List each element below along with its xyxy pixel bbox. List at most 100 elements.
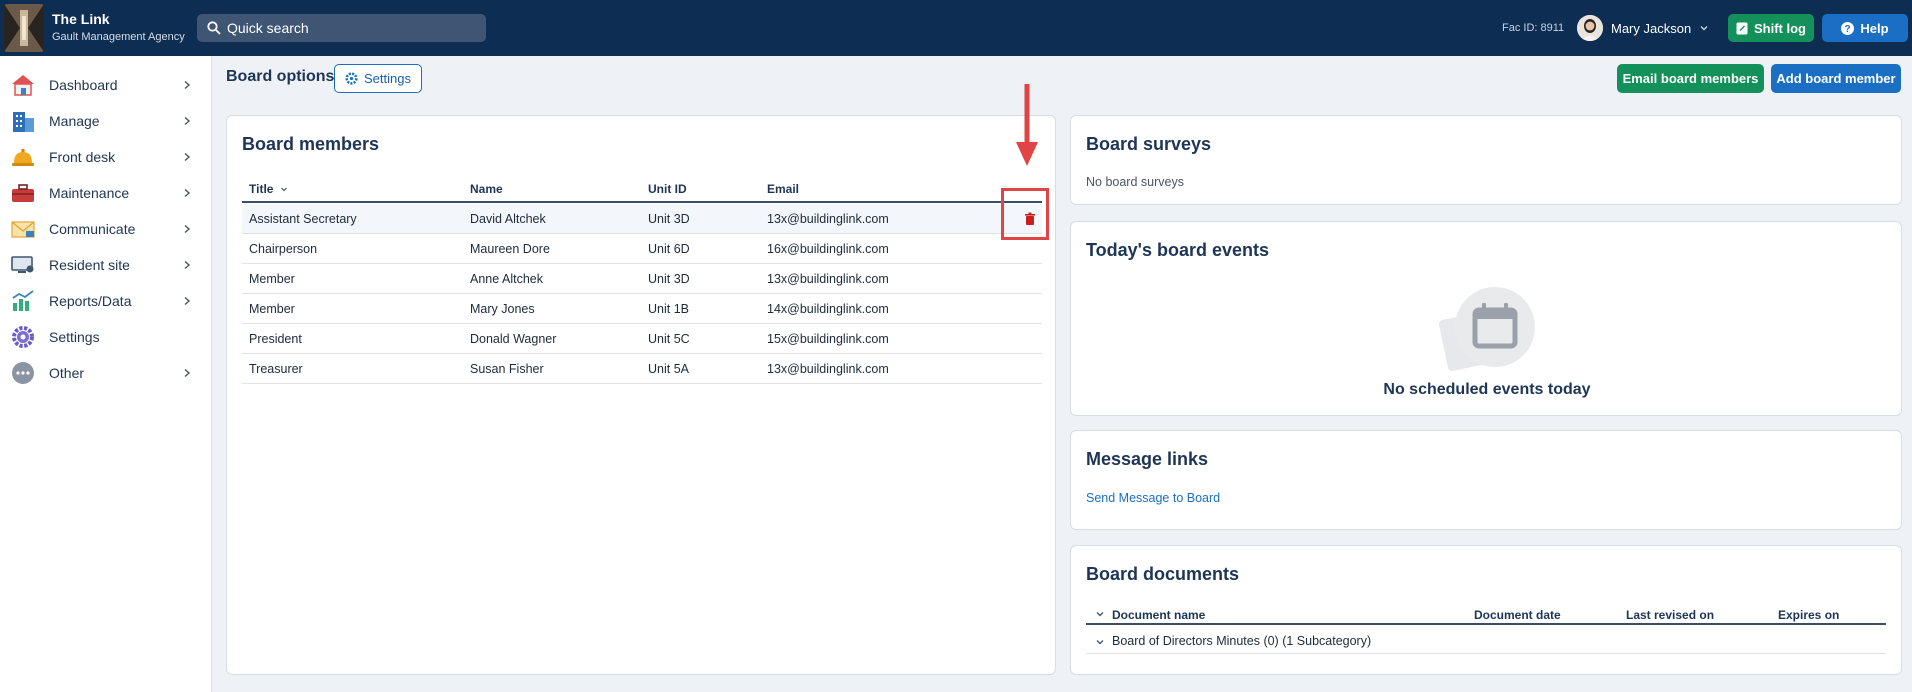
board-surveys-title: Board surveys: [1086, 134, 1212, 154]
cell-unit: Unit 3D: [648, 212, 690, 226]
add-board-member-button[interactable]: Add board member: [1771, 64, 1901, 93]
gear-icon: [345, 72, 358, 85]
board-surveys-card: Board surveys No board surveys: [1070, 115, 1902, 205]
cell-email: 14x@buildinglink.com: [767, 302, 889, 316]
cell-title: President: [249, 332, 302, 346]
message-links-title: Message links: [1086, 449, 1209, 469]
column-header-expires[interactable]: Expires on: [1778, 608, 1839, 622]
sidebar-item-label: Reports/Data: [49, 293, 132, 309]
cell-title: Member: [249, 302, 295, 316]
cell-email: 15x@buildinglink.com: [767, 332, 889, 346]
sidebar-item-settings[interactable]: Settings: [0, 319, 211, 355]
sidebar-item-label: Front desk: [49, 149, 116, 165]
chevron-right-icon: [184, 260, 191, 270]
sidebar-item-label: Communicate: [49, 221, 136, 237]
sort-down-icon: [280, 187, 287, 192]
table-row[interactable]: Member Mary Jones Unit 1B 14x@buildingli…: [242, 294, 1042, 324]
highlight-box: [1001, 188, 1049, 240]
user-menu[interactable]: Mary Jackson: [1577, 13, 1709, 43]
table-row[interactable]: President Donald Wagner Unit 5C 15x@buil…: [242, 324, 1042, 354]
empty-message: No scheduled events today: [1383, 381, 1591, 398]
document-category-row[interactable]: Board of Directors Minutes (0) (1 Subcat…: [1086, 630, 1886, 654]
cell-name: Maureen Dore: [470, 242, 550, 256]
bell-icon: [12, 148, 34, 166]
chevron-right-icon: [184, 224, 191, 234]
sidebar-item-reports-data[interactable]: Reports/Data: [0, 283, 211, 319]
chevron-right-icon: [184, 152, 191, 162]
help-label: Help: [1860, 20, 1889, 36]
column-header-email[interactable]: Email: [767, 182, 799, 196]
settings-button[interactable]: Settings: [334, 64, 422, 93]
board-documents-card: Board documents Document name Document d…: [1070, 545, 1902, 675]
quick-search[interactable]: [197, 14, 486, 42]
chevron-down-icon[interactable]: [1095, 609, 1105, 619]
chart-icon: [12, 290, 34, 311]
sidebar-item-label: Maintenance: [49, 185, 130, 201]
sidebar-item-maintenance[interactable]: Maintenance: [0, 175, 211, 211]
chevron-right-icon: [184, 80, 191, 90]
board-events-card: Today's board events No scheduled events…: [1070, 221, 1902, 416]
brand-logo[interactable]: [4, 4, 44, 52]
cell-email: 16x@buildinglink.com: [767, 242, 889, 256]
chevron-down-icon: [1700, 26, 1708, 31]
column-header-document-date[interactable]: Document date: [1474, 608, 1561, 622]
cell-name: Anne Altchek: [470, 272, 543, 286]
cell-name: Donald Wagner: [470, 332, 557, 346]
table-row[interactable]: Member Anne Altchek Unit 3D 13x@building…: [242, 264, 1042, 294]
calendar-icon: [1439, 287, 1535, 372]
chevron-down-icon[interactable]: [1095, 637, 1105, 647]
message-links-card: Message links Send Message to Board: [1070, 430, 1902, 530]
chevron-right-icon: [184, 296, 191, 306]
cell-name: Mary Jones: [470, 302, 535, 316]
table-row[interactable]: Chairperson Maureen Dore Unit 6D 16x@bui…: [242, 234, 1042, 264]
table-row[interactable]: Treasurer Susan Fisher Unit 5A 13x@build…: [242, 354, 1042, 384]
cell-title: Member: [249, 272, 295, 286]
table-header: Title Name Unit ID Email: [242, 179, 1042, 203]
cell-email: 13x@buildinglink.com: [767, 212, 889, 226]
column-header-unit[interactable]: Unit ID: [648, 182, 687, 196]
chevron-right-icon: [184, 116, 191, 126]
table-row[interactable]: Assistant Secretary David Altchek Unit 3…: [242, 204, 1042, 234]
cell-unit: Unit 1B: [648, 302, 689, 316]
page-title: Board options: [226, 68, 335, 85]
sidebar-item-label: Resident site: [49, 257, 130, 273]
avatar: [1577, 15, 1603, 41]
cell-unit: Unit 3D: [648, 272, 690, 286]
column-header-title[interactable]: Title: [249, 182, 288, 196]
column-label: Title: [249, 182, 274, 196]
shift-log-label: Shift log: [1754, 20, 1806, 36]
shift-log-button[interactable]: Shift log: [1728, 14, 1814, 42]
sidebar-item-front-desk[interactable]: Front desk: [0, 139, 211, 175]
cell-title: Chairperson: [249, 242, 318, 256]
column-header-document-name[interactable]: Document name: [1112, 608, 1205, 622]
sidebar-item-dashboard[interactable]: Dashboard: [0, 67, 211, 103]
help-button[interactable]: ? Help: [1822, 14, 1908, 42]
search-input[interactable]: [227, 20, 467, 36]
empty-message: No board surveys: [1086, 175, 1184, 189]
sidebar-item-communicate[interactable]: Communicate: [0, 211, 211, 247]
sidebar-item-other[interactable]: Other: [0, 355, 211, 391]
facility-id: Fac ID: 8911: [1502, 22, 1565, 34]
sidebar-item-label: Dashboard: [49, 77, 118, 93]
gear-icon: [12, 326, 34, 348]
arrow-down-icon: [1016, 84, 1038, 166]
notepad-icon: [1736, 22, 1748, 34]
home-icon: [12, 75, 34, 96]
cell-name: Susan Fisher: [470, 362, 544, 376]
send-message-link[interactable]: Send Message to Board: [1086, 491, 1220, 505]
cell-email: 13x@buildinglink.com: [767, 362, 889, 376]
chevron-right-icon: [184, 368, 191, 378]
cell-title: Assistant Secretary: [249, 212, 357, 226]
email-board-members-button[interactable]: Email board members: [1617, 64, 1764, 93]
monitor-icon: [11, 256, 34, 273]
column-header-name[interactable]: Name: [470, 182, 503, 196]
sidebar-item-resident-site[interactable]: Resident site: [0, 247, 211, 283]
building-icon: [13, 112, 34, 132]
ellipsis-icon: [12, 362, 34, 384]
board-documents-title: Board documents: [1086, 564, 1240, 584]
column-header-last-revised[interactable]: Last revised on: [1626, 608, 1714, 622]
sidebar-item-manage[interactable]: Manage: [0, 103, 211, 139]
cell-email: 13x@buildinglink.com: [767, 272, 889, 286]
search-icon: [207, 21, 221, 35]
svg-text:?: ?: [1845, 24, 1851, 35]
